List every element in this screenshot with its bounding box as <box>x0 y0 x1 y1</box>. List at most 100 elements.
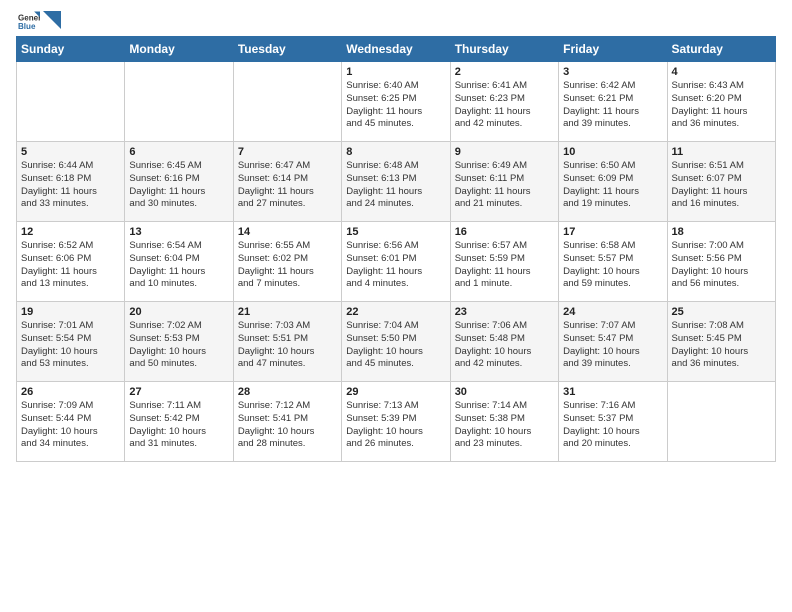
calendar-cell <box>233 62 341 142</box>
calendar-cell: 19 Sunrise: 7:01 AM Sunset: 5:54 PM Dayli… <box>17 302 125 382</box>
day-number: 12 <box>21 226 120 238</box>
weekday-header-tuesday: Tuesday <box>233 37 341 62</box>
header: General Blue <box>16 10 776 32</box>
day-number: 22 <box>346 306 445 318</box>
day-number: 7 <box>238 146 337 158</box>
day-number: 10 <box>563 146 662 158</box>
calendar-cell <box>667 382 775 462</box>
day-number: 30 <box>455 386 554 398</box>
week-row-1: 5 Sunrise: 6:44 AM Sunset: 6:18 PM Daylig… <box>17 142 776 222</box>
day-number: 2 <box>455 66 554 78</box>
day-number: 25 <box>672 306 771 318</box>
day-number: 15 <box>346 226 445 238</box>
day-details: Sunrise: 7:12 AM Sunset: 5:41 PM Dayligh… <box>238 400 337 451</box>
day-details: Sunrise: 6:47 AM Sunset: 6:14 PM Dayligh… <box>238 160 337 211</box>
weekday-header-monday: Monday <box>125 37 233 62</box>
day-details: Sunrise: 6:58 AM Sunset: 5:57 PM Dayligh… <box>563 240 662 291</box>
day-details: Sunrise: 6:49 AM Sunset: 6:11 PM Dayligh… <box>455 160 554 211</box>
calendar-cell: 31Sunrise: 7:16 AM Sunset: 5:37 PM Dayli… <box>559 382 667 462</box>
calendar-cell: 26 Sunrise: 7:09 AM Sunset: 5:44 PM Dayli… <box>17 382 125 462</box>
day-details: Sunrise: 7:07 AM Sunset: 5:47 PM Dayligh… <box>563 320 662 371</box>
day-details: Sunrise: 7:02 AM Sunset: 5:53 PM Dayligh… <box>129 320 228 371</box>
calendar-cell: 6Sunrise: 6:45 AM Sunset: 6:16 PM Daylig… <box>125 142 233 222</box>
calendar-cell: 9Sunrise: 6:49 AM Sunset: 6:11 PM Daylig… <box>450 142 558 222</box>
day-details: Sunrise: 6:57 AM Sunset: 5:59 PM Dayligh… <box>455 240 554 291</box>
day-number: 24 <box>563 306 662 318</box>
day-details: Sunrise: 7:03 AM Sunset: 5:51 PM Dayligh… <box>238 320 337 371</box>
weekday-header-row: SundayMondayTuesdayWednesdayThursdayFrid… <box>17 37 776 62</box>
day-number: 27 <box>129 386 228 398</box>
calendar-cell: 11 Sunrise: 6:51 AM Sunset: 6:07 PM Dayli… <box>667 142 775 222</box>
day-number: 17 <box>563 226 662 238</box>
day-details: Sunrise: 6:42 AM Sunset: 6:21 PM Dayligh… <box>563 80 662 131</box>
calendar-cell: 24 Sunrise: 7:07 AM Sunset: 5:47 PM Dayli… <box>559 302 667 382</box>
day-number: 18 <box>672 226 771 238</box>
day-details: Sunrise: 7:11 AM Sunset: 5:42 PM Dayligh… <box>129 400 228 451</box>
day-number: 21 <box>238 306 337 318</box>
weekday-header-sunday: Sunday <box>17 37 125 62</box>
week-row-4: 26 Sunrise: 7:09 AM Sunset: 5:44 PM Dayli… <box>17 382 776 462</box>
day-number: 8 <box>346 146 445 158</box>
calendar-cell: 28 Sunrise: 7:12 AM Sunset: 5:41 PM Dayli… <box>233 382 341 462</box>
day-number: 3 <box>563 66 662 78</box>
week-row-2: 12 Sunrise: 6:52 AM Sunset: 6:06 PM Dayli… <box>17 222 776 302</box>
calendar-cell: 10 Sunrise: 6:50 AM Sunset: 6:09 PM Dayli… <box>559 142 667 222</box>
day-number: 5 <box>21 146 120 158</box>
calendar-cell: 18 Sunrise: 7:00 AM Sunset: 5:56 PM Dayli… <box>667 222 775 302</box>
day-number: 16 <box>455 226 554 238</box>
calendar-cell: 23Sunrise: 7:06 AM Sunset: 5:48 PM Dayli… <box>450 302 558 382</box>
day-number: 29 <box>346 386 445 398</box>
day-number: 11 <box>672 146 771 158</box>
weekday-header-wednesday: Wednesday <box>342 37 450 62</box>
day-details: Sunrise: 7:08 AM Sunset: 5:45 PM Dayligh… <box>672 320 771 371</box>
calendar-table: SundayMondayTuesdayWednesdayThursdayFrid… <box>16 36 776 462</box>
day-details: Sunrise: 6:52 AM Sunset: 6:06 PM Dayligh… <box>21 240 120 291</box>
svg-text:Blue: Blue <box>18 22 36 31</box>
day-number: 13 <box>129 226 228 238</box>
day-details: Sunrise: 6:43 AM Sunset: 6:20 PM Dayligh… <box>672 80 771 131</box>
day-details: Sunrise: 6:48 AM Sunset: 6:13 PM Dayligh… <box>346 160 445 211</box>
calendar-cell: 17 Sunrise: 6:58 AM Sunset: 5:57 PM Dayli… <box>559 222 667 302</box>
week-row-3: 19 Sunrise: 7:01 AM Sunset: 5:54 PM Dayli… <box>17 302 776 382</box>
day-number: 6 <box>129 146 228 158</box>
page-container: General Blue Su <box>0 0 792 470</box>
logo: General Blue <box>16 10 61 32</box>
calendar-cell: 12 Sunrise: 6:52 AM Sunset: 6:06 PM Dayli… <box>17 222 125 302</box>
day-number: 31 <box>563 386 662 398</box>
calendar-cell: 14 Sunrise: 6:55 AM Sunset: 6:02 PM Dayli… <box>233 222 341 302</box>
day-details: Sunrise: 7:06 AM Sunset: 5:48 PM Dayligh… <box>455 320 554 371</box>
calendar-cell: 1Sunrise: 6:40 AM Sunset: 6:25 PM Daylig… <box>342 62 450 142</box>
day-details: Sunrise: 6:51 AM Sunset: 6:07 PM Dayligh… <box>672 160 771 211</box>
calendar-cell <box>125 62 233 142</box>
day-details: Sunrise: 7:13 AM Sunset: 5:39 PM Dayligh… <box>346 400 445 451</box>
day-number: 19 <box>21 306 120 318</box>
calendar-cell: 16 Sunrise: 6:57 AM Sunset: 5:59 PM Dayli… <box>450 222 558 302</box>
calendar-cell: 4Sunrise: 6:43 AM Sunset: 6:20 PM Daylig… <box>667 62 775 142</box>
calendar-cell: 21 Sunrise: 7:03 AM Sunset: 5:51 PM Dayli… <box>233 302 341 382</box>
calendar-cell: 25 Sunrise: 7:08 AM Sunset: 5:45 PM Dayli… <box>667 302 775 382</box>
day-details: Sunrise: 7:04 AM Sunset: 5:50 PM Dayligh… <box>346 320 445 371</box>
day-details: Sunrise: 6:40 AM Sunset: 6:25 PM Dayligh… <box>346 80 445 131</box>
logo-icon: General Blue <box>18 10 40 32</box>
calendar-cell: 30 Sunrise: 7:14 AM Sunset: 5:38 PM Dayli… <box>450 382 558 462</box>
calendar-cell: 15 Sunrise: 6:56 AM Sunset: 6:01 PM Dayli… <box>342 222 450 302</box>
day-details: Sunrise: 6:50 AM Sunset: 6:09 PM Dayligh… <box>563 160 662 211</box>
day-number: 28 <box>238 386 337 398</box>
svg-text:General: General <box>18 13 40 22</box>
day-details: Sunrise: 7:01 AM Sunset: 5:54 PM Dayligh… <box>21 320 120 371</box>
day-number: 26 <box>21 386 120 398</box>
day-details: Sunrise: 7:09 AM Sunset: 5:44 PM Dayligh… <box>21 400 120 451</box>
weekday-header-thursday: Thursday <box>450 37 558 62</box>
day-details: Sunrise: 7:14 AM Sunset: 5:38 PM Dayligh… <box>455 400 554 451</box>
day-details: Sunrise: 6:44 AM Sunset: 6:18 PM Dayligh… <box>21 160 120 211</box>
day-details: Sunrise: 6:55 AM Sunset: 6:02 PM Dayligh… <box>238 240 337 291</box>
calendar-cell: 27 Sunrise: 7:11 AM Sunset: 5:42 PM Dayli… <box>125 382 233 462</box>
calendar-cell: 5 Sunrise: 6:44 AM Sunset: 6:18 PM Daylig… <box>17 142 125 222</box>
day-details: Sunrise: 7:00 AM Sunset: 5:56 PM Dayligh… <box>672 240 771 291</box>
calendar-cell <box>17 62 125 142</box>
day-details: Sunrise: 6:56 AM Sunset: 6:01 PM Dayligh… <box>346 240 445 291</box>
day-number: 20 <box>129 306 228 318</box>
week-row-0: 1Sunrise: 6:40 AM Sunset: 6:25 PM Daylig… <box>17 62 776 142</box>
day-number: 14 <box>238 226 337 238</box>
calendar-cell: 22 Sunrise: 7:04 AM Sunset: 5:50 PM Dayli… <box>342 302 450 382</box>
